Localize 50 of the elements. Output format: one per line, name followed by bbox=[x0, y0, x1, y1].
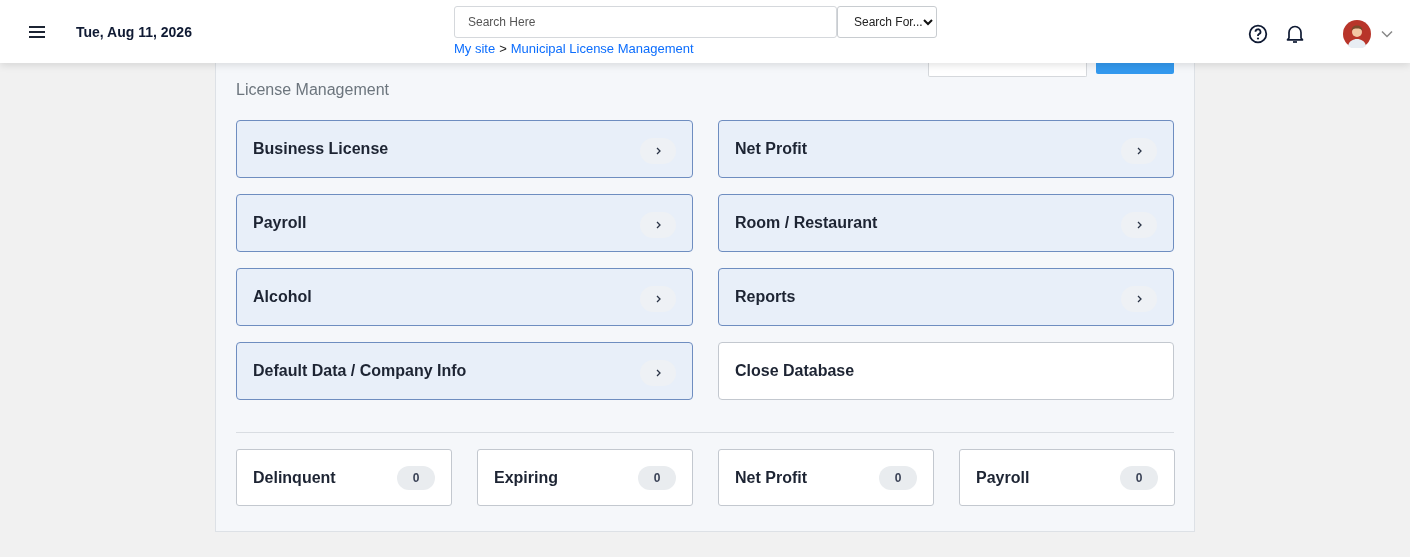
chevron-right-icon[interactable] bbox=[1121, 212, 1157, 238]
search-button[interactable] bbox=[1096, 63, 1174, 74]
menu-card[interactable]: Default Data / Company Info bbox=[236, 342, 693, 400]
help-icon[interactable] bbox=[1248, 24, 1268, 44]
chevron-right-icon[interactable] bbox=[1121, 286, 1157, 312]
date-label: Tue, Aug 11, 2026 bbox=[76, 23, 192, 40]
notification-icon[interactable] bbox=[1286, 24, 1304, 44]
search-scope-dropdown[interactable]: Search For... bbox=[837, 6, 937, 38]
menu-card-label: Default Data / Company Info bbox=[253, 362, 467, 380]
menu-card-label: Close Database bbox=[735, 362, 855, 380]
count-badge: 0 bbox=[397, 465, 435, 490]
menu-card-label: Payroll bbox=[253, 214, 307, 232]
breadcrumb-link[interactable]: Municipal License Management bbox=[510, 41, 694, 56]
count-badge: 0 bbox=[879, 465, 917, 490]
menu-card[interactable]: Business License bbox=[236, 120, 693, 178]
menu-card-label: Alcohol bbox=[253, 288, 312, 306]
counter-card[interactable]: Payroll 0 bbox=[959, 449, 1175, 506]
menu-card-label: Reports bbox=[735, 288, 796, 306]
menu-card[interactable]: Room / Restaurant bbox=[718, 194, 1174, 252]
menu-card[interactable]: Payroll bbox=[236, 194, 693, 252]
menu-card-label: Business License bbox=[253, 140, 389, 158]
menu-card[interactable]: Net Profit bbox=[718, 120, 1174, 178]
counter-card[interactable]: Expiring 0 bbox=[477, 449, 693, 506]
counter-label: Net Profit bbox=[735, 468, 807, 487]
breadcrumb-link[interactable]: My site bbox=[454, 41, 496, 56]
chevron-right-icon[interactable] bbox=[1121, 138, 1157, 164]
search-field[interactable]: Search Here bbox=[454, 6, 837, 38]
counter-card[interactable]: Net Profit 0 bbox=[718, 449, 934, 506]
chevron-right-icon[interactable] bbox=[640, 286, 676, 312]
menu-card-label: Net Profit bbox=[735, 140, 807, 158]
chevron-right-icon[interactable] bbox=[640, 212, 676, 238]
counter-label: Expiring bbox=[494, 468, 558, 487]
menu-card[interactable]: Reports bbox=[718, 268, 1174, 326]
counter-label: Payroll bbox=[976, 468, 1030, 487]
chevron-right-icon[interactable] bbox=[640, 138, 676, 164]
menu-card-label: Room / Restaurant bbox=[735, 214, 878, 232]
user-avatar[interactable] bbox=[1343, 20, 1371, 48]
chevron-down-icon[interactable] bbox=[1381, 30, 1393, 38]
find-business-field[interactable] bbox=[928, 63, 1087, 77]
menu-card[interactable]: Alcohol bbox=[236, 268, 693, 326]
breadcrumb-separator: > bbox=[499, 41, 507, 56]
chevron-right-icon[interactable] bbox=[640, 360, 676, 386]
chevron-down-icon bbox=[923, 18, 933, 26]
count-badge: 0 bbox=[638, 465, 676, 490]
counter-label: Delinquent bbox=[253, 468, 336, 487]
menu-card[interactable]: Close Database bbox=[718, 342, 1174, 400]
counter-card[interactable]: Delinquent 0 bbox=[236, 449, 452, 506]
section-subtitle: License Management bbox=[236, 80, 390, 100]
menu-icon[interactable] bbox=[28, 24, 46, 39]
count-badge: 0 bbox=[1120, 465, 1158, 490]
